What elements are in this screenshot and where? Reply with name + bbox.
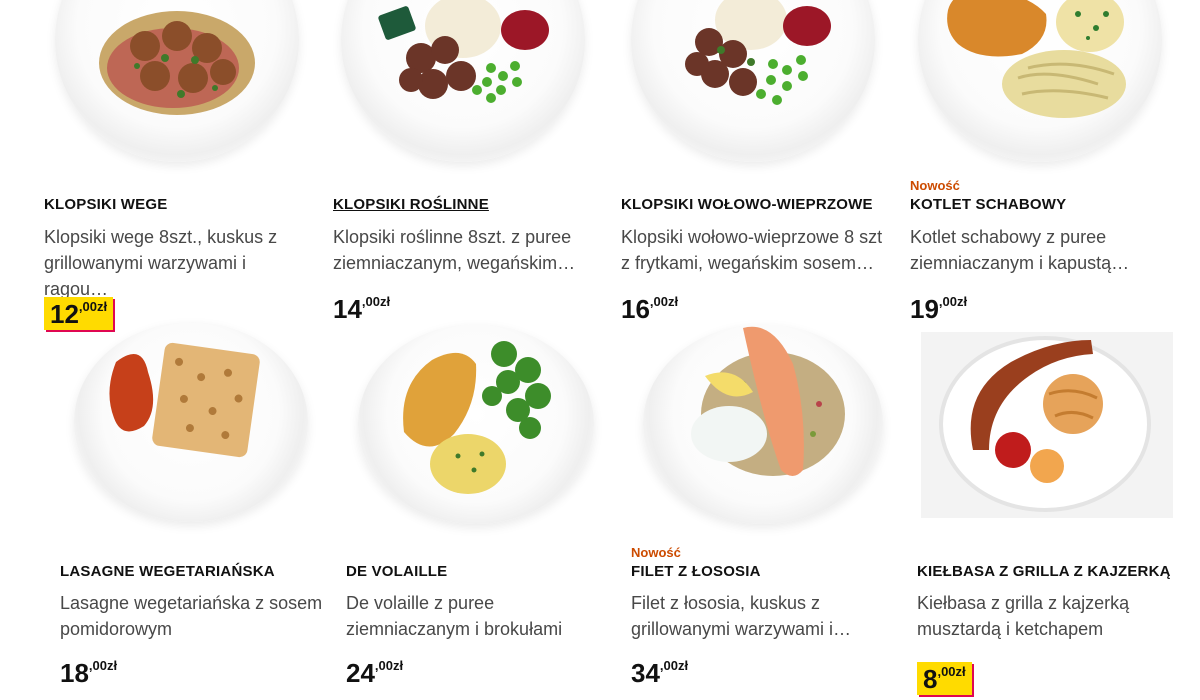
product-description: De volaille z puree ziemniaczanym i brok…: [346, 593, 563, 639]
product-title[interactable]: KLOPSIKI WEGE: [44, 196, 167, 213]
product-description: Lasagne wegetariańska z sosem pomidorowy…: [60, 593, 323, 639]
product-image[interactable]: [643, 324, 883, 524]
product-card[interactable]: KLOPSIKI WEGE Klopsiki wege 8szt., kusku…: [40, 0, 320, 330]
price-decimal: ,00zł: [78, 299, 108, 314]
meatballs-couscous-food: [99, 11, 255, 115]
product-price: 16,00zł: [621, 294, 678, 325]
price-integer: 18: [60, 658, 89, 688]
product-description: Klopsiki roślinne 8szt. z puree ziemniac…: [333, 227, 576, 273]
price-decimal: ,00zł: [938, 294, 968, 309]
product-description: Kiełbasa z grilla z kajzerką musztardą i…: [917, 593, 1130, 639]
product-price: 24,00zł: [346, 658, 403, 689]
new-badge: Nowość: [631, 545, 681, 560]
product-title[interactable]: KOTLET SCHABOWY: [910, 196, 1066, 213]
product-card[interactable]: LASAGNE WEGETARIAŃSKA Lasagne wegetariań…: [56, 322, 336, 700]
price-decimal: ,00zł: [88, 658, 118, 673]
price-integer: 14: [333, 294, 362, 324]
product-price: 18,00zł: [60, 658, 117, 689]
product-price: 8,00zł: [917, 662, 972, 695]
product-card[interactable]: KLOPSIKI WOŁOWO-WIEPRZOWE Klopsiki wołow…: [617, 0, 897, 330]
product-price: 19,00zł: [910, 294, 967, 325]
product-image[interactable]: [55, 0, 299, 162]
pork-cutlet-food: [947, 0, 1126, 118]
product-title[interactable]: LASAGNE WEGETARIAŃSKA: [60, 563, 275, 580]
price-decimal: ,00zł: [649, 294, 679, 309]
price-integer: 24: [346, 658, 375, 688]
product-description: Klopsiki wege 8szt., kuskus z grillowany…: [44, 227, 278, 299]
salmon-fillet-food: [691, 326, 845, 476]
product-card[interactable]: Nowość FILET Z ŁOSOSIA Filet z łososia, …: [627, 324, 907, 700]
product-card[interactable]: KLOPSIKI ROŚLINNE Klopsiki roślinne 8szt…: [329, 0, 609, 330]
price-integer: 19: [910, 294, 939, 324]
product-image[interactable]: [631, 0, 875, 162]
product-description: Filet z łososia, kuskus z grillowanymi w…: [631, 593, 852, 639]
de-volaille-food: [403, 341, 551, 494]
price-decimal: ,00zł: [659, 658, 689, 673]
plant-meatballs-food: [378, 0, 549, 103]
new-badge: Nowość: [910, 178, 960, 193]
price-integer: 8: [923, 664, 938, 694]
price-integer: 16: [621, 294, 650, 324]
price-decimal: ,00zł: [374, 658, 404, 673]
product-description: Kotlet schabowy z puree ziemniaczanym i …: [910, 227, 1130, 273]
product-image[interactable]: [918, 0, 1162, 162]
product-description: Klopsiki wołowo-wieprzowe 8 szt z frytka…: [621, 227, 883, 273]
product-title[interactable]: FILET Z ŁOSOSIA: [631, 563, 761, 580]
product-title[interactable]: DE VOLAILLE: [346, 563, 447, 580]
product-title[interactable]: KLOPSIKI ROŚLINNE: [333, 196, 489, 213]
product-card[interactable]: Nowość KOTLET SCHABOWY Kotlet schabowy z…: [906, 0, 1186, 330]
price-decimal: ,00zł: [361, 294, 391, 309]
product-card[interactable]: KIEŁBASA Z GRILLA Z KAJZERKĄ Kiełbasa z …: [913, 332, 1193, 700]
product-card[interactable]: DE VOLAILLE De volaille z puree ziemniac…: [342, 324, 622, 700]
product-price: 14,00zł: [333, 294, 390, 325]
product-title[interactable]: KLOPSIKI WOŁOWO-WIEPRZOWE: [621, 196, 873, 213]
price-integer: 34: [631, 658, 660, 688]
price-decimal: ,00zł: [937, 664, 966, 679]
product-image[interactable]: [74, 322, 308, 522]
product-image[interactable]: [921, 332, 1173, 518]
product-image[interactable]: [341, 0, 585, 162]
lasagne-food: [109, 342, 260, 458]
sausage-roll-food: [939, 336, 1151, 512]
product-price: 34,00zł: [631, 658, 688, 689]
product-image[interactable]: [358, 324, 594, 524]
beef-pork-meatballs-food: [685, 0, 831, 105]
product-title[interactable]: KIEŁBASA Z GRILLA Z KAJZERKĄ: [917, 563, 1171, 580]
